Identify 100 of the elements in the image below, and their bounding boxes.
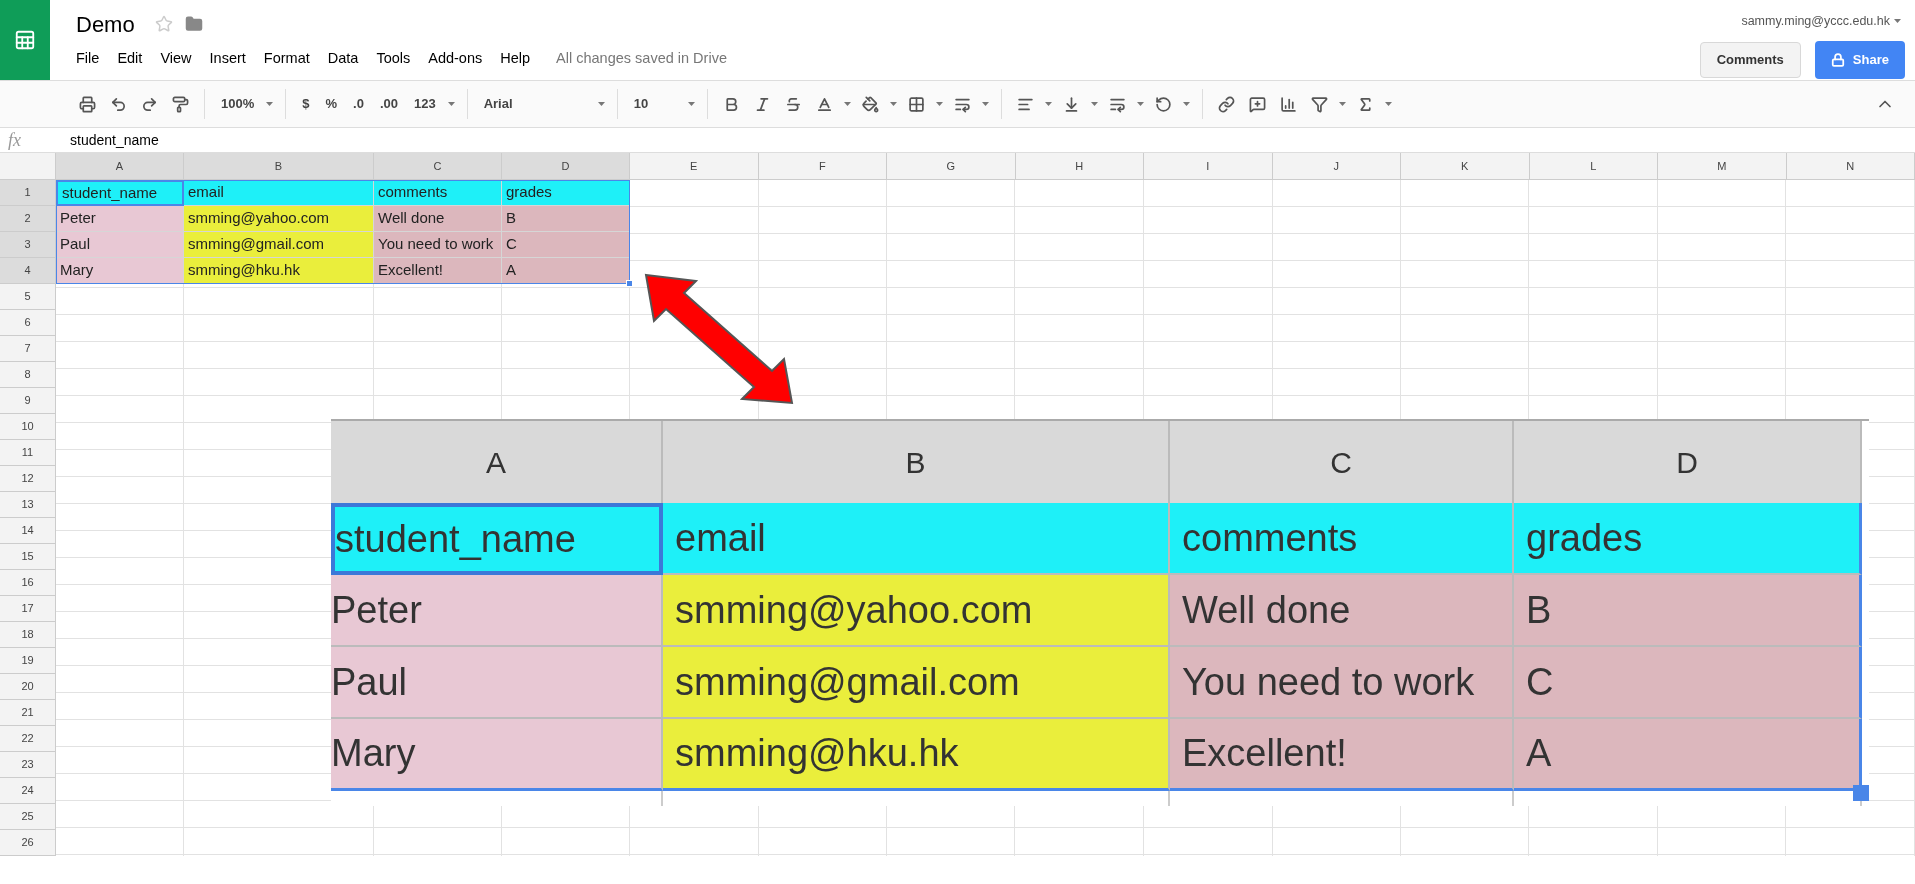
table-cell[interactable]: C xyxy=(502,232,630,258)
row-header[interactable]: 10 xyxy=(0,414,56,440)
row-header[interactable]: 11 xyxy=(0,440,56,466)
caret-icon[interactable] xyxy=(447,102,455,106)
row-header[interactable]: 6 xyxy=(0,310,56,336)
column-header[interactable]: F xyxy=(758,153,887,180)
row-header[interactable]: 24 xyxy=(0,778,56,804)
table-cell[interactable]: Well done xyxy=(374,206,502,232)
menu-item[interactable]: Add-ons xyxy=(428,48,483,70)
account-email[interactable]: sammy.ming@yccc.edu.hk xyxy=(1741,12,1890,31)
font-size-select[interactable]: 10 xyxy=(633,94,684,114)
row-header[interactable]: 20 xyxy=(0,674,56,700)
increase-decimals[interactable]: .00 xyxy=(379,94,398,114)
menu-item[interactable]: File xyxy=(76,48,100,70)
comments-button[interactable]: Comments xyxy=(1699,41,1801,78)
undo-icon[interactable] xyxy=(110,95,127,113)
row-header[interactable]: 8 xyxy=(0,362,56,388)
currency-format[interactable]: $ xyxy=(302,94,310,114)
column-header[interactable]: G xyxy=(887,153,1016,180)
font-select[interactable]: Arial xyxy=(483,94,594,114)
caret-icon[interactable] xyxy=(687,102,695,106)
table-cell[interactable]: Peter xyxy=(56,206,184,232)
table-cell[interactable]: You need to work xyxy=(374,232,502,258)
menu-item[interactable]: Insert xyxy=(209,48,246,70)
table-cell[interactable]: Excellent! xyxy=(374,258,502,284)
link-icon[interactable] xyxy=(1217,95,1235,113)
fill-color-icon[interactable] xyxy=(861,95,879,113)
table-cell[interactable]: B xyxy=(502,206,630,232)
table-cell[interactable]: email xyxy=(184,180,374,206)
document-title[interactable]: Demo xyxy=(76,7,135,41)
caret-icon[interactable] xyxy=(1044,102,1052,106)
caret-icon[interactable] xyxy=(597,102,605,106)
column-header[interactable]: C xyxy=(374,153,502,180)
menu-item[interactable]: View xyxy=(160,48,192,70)
percent-format[interactable]: % xyxy=(325,94,338,114)
row-header[interactable]: 3 xyxy=(0,232,56,258)
table-cell[interactable]: A xyxy=(502,258,630,284)
row-header[interactable]: 5 xyxy=(0,284,56,310)
filter-icon[interactable] xyxy=(1310,95,1328,113)
formula-field[interactable]: student_name xyxy=(70,129,159,151)
row-header[interactable]: 25 xyxy=(0,804,56,830)
row-header[interactable]: 18 xyxy=(0,622,56,648)
row-header[interactable]: 22 xyxy=(0,726,56,752)
print-icon[interactable] xyxy=(79,95,96,113)
row-header[interactable]: 4 xyxy=(0,258,56,284)
table-cell[interactable]: comments xyxy=(374,180,502,206)
row-header[interactable]: 7 xyxy=(0,336,56,362)
row-header[interactable]: 15 xyxy=(0,544,56,570)
table-cell[interactable]: smming@gmail.com xyxy=(184,232,374,258)
menu-item[interactable]: Tools xyxy=(376,48,411,70)
strikethrough-icon[interactable] xyxy=(784,95,802,113)
row-header[interactable]: 17 xyxy=(0,596,56,622)
caret-icon[interactable] xyxy=(1384,102,1392,106)
column-header[interactable]: D xyxy=(502,153,630,180)
folder-icon[interactable] xyxy=(184,15,203,33)
caret-icon[interactable] xyxy=(935,102,943,106)
column-header[interactable]: M xyxy=(1658,153,1787,180)
paint-format-icon[interactable] xyxy=(172,95,189,113)
star-icon[interactable] xyxy=(154,15,173,33)
caret-icon[interactable] xyxy=(981,102,989,106)
share-button[interactable]: Share xyxy=(1814,40,1905,79)
text-rotation-icon[interactable] xyxy=(1154,95,1172,113)
caret-icon[interactable] xyxy=(266,102,274,106)
row-header[interactable]: 19 xyxy=(0,648,56,674)
column-header[interactable]: J xyxy=(1272,153,1401,180)
menu-item[interactable]: Format xyxy=(263,48,310,70)
row-header[interactable]: 9 xyxy=(0,388,56,414)
more-formats[interactable]: 123 xyxy=(413,94,436,114)
chart-icon[interactable] xyxy=(1279,95,1297,113)
app-logo[interactable] xyxy=(0,0,50,80)
row-header[interactable]: 12 xyxy=(0,466,56,492)
row-header[interactable]: 21 xyxy=(0,700,56,726)
caret-icon[interactable] xyxy=(1338,102,1346,106)
column-header[interactable]: H xyxy=(1015,153,1144,180)
row-header[interactable]: 2 xyxy=(0,206,56,232)
caret-icon[interactable] xyxy=(1182,102,1190,106)
column-header[interactable]: K xyxy=(1401,153,1530,180)
row-header[interactable]: 23 xyxy=(0,752,56,778)
caret-icon[interactable] xyxy=(889,102,897,106)
table-cell[interactable]: Mary xyxy=(56,258,184,284)
table-cell[interactable]: grades xyxy=(502,180,630,206)
text-color-icon[interactable] xyxy=(815,95,833,113)
column-header[interactable]: N xyxy=(1786,153,1915,180)
caret-icon[interactable] xyxy=(1090,102,1098,106)
row-header[interactable]: 13 xyxy=(0,492,56,518)
decrease-decimals[interactable]: .0 xyxy=(353,94,364,114)
borders-icon[interactable] xyxy=(907,95,925,113)
comment-icon[interactable] xyxy=(1248,95,1266,113)
table-cell[interactable]: student_name xyxy=(56,180,184,206)
row-header[interactable]: 16 xyxy=(0,570,56,596)
table-cell[interactable]: smming@hku.hk xyxy=(184,258,374,284)
menu-item[interactable]: Data xyxy=(327,48,359,70)
caret-icon[interactable] xyxy=(1894,19,1901,24)
column-header[interactable]: B xyxy=(184,153,374,180)
column-header[interactable]: L xyxy=(1529,153,1658,180)
caret-icon[interactable] xyxy=(1136,102,1144,106)
menu-item[interactable]: Help xyxy=(500,48,531,70)
zoom-select[interactable]: 100% xyxy=(221,94,255,114)
column-header[interactable]: E xyxy=(630,153,759,180)
menu-item[interactable]: Edit xyxy=(117,48,143,70)
